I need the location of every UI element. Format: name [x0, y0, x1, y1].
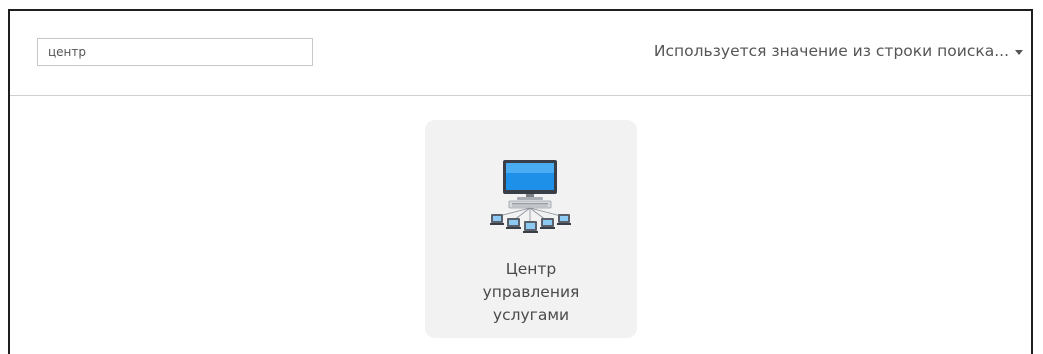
caret-down-icon: [1015, 49, 1023, 55]
service-management-center-icon: [490, 160, 571, 233]
search-source-label: Используется значение из строки поиска..…: [653, 42, 1009, 60]
result-tile-label-line: Центр: [505, 260, 557, 278]
result-tile-label-line: услугами: [492, 306, 570, 324]
window-frame: Используется значение из строки поиска..…: [8, 9, 1033, 354]
search-source-dropdown[interactable]: Используется значение из строки поиска..…: [654, 40, 1023, 62]
result-tile-label: Центр управления услугами: [425, 258, 637, 327]
search-input[interactable]: [37, 38, 313, 66]
toolbar: Используется значение из строки поиска..…: [10, 11, 1031, 96]
result-tile-service-management-center[interactable]: Центр управления услугами: [425, 120, 637, 338]
result-tile-label-line: управления: [482, 283, 580, 301]
